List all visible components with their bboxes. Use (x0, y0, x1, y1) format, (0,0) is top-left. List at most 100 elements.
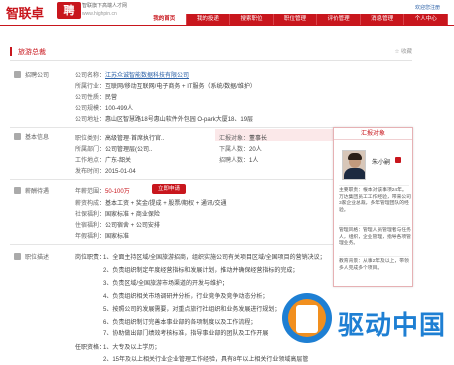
nav-messages[interactable]: 消息管理 (361, 14, 405, 25)
nature-value: 民营 (105, 95, 118, 101)
req-item: 1、大专及以上学历； (103, 345, 161, 351)
report-value: 董事长 (249, 136, 268, 142)
report-card-title: 汇报对象 (334, 128, 412, 140)
address-value: 惠山区智慧路18号惠山软件外包园 O-park大厦18、19层 (105, 117, 254, 123)
benefit-row: 薪资构成：基本工资 + 奖金/提成 + 股票/期权 + 通讯/交通 (75, 198, 227, 207)
duty-item: 7、协助做出部门绩效考核标准，指导事业部的团队及工作开展 (103, 331, 269, 337)
slogan: 智联旗下高端人才网 (82, 3, 128, 9)
nav-applications[interactable]: 我的投递 (187, 14, 231, 25)
salary-icon (14, 187, 21, 194)
headcount-value: 1人 (249, 158, 259, 164)
industry-row: 所属行业：互联网/移动互联网/电子商务 + IT服务（系统/数据/维护） (75, 81, 256, 90)
job-title-bar: 旅游总裁 ☆ 收藏 (10, 43, 412, 61)
subordinates-row: 下属人数：20人 (219, 144, 262, 153)
benefit-value: 基本工资 + 奖金/提成 + 股票/期权 + 通讯/交通 (105, 201, 227, 207)
logo-badge: 聘 (57, 2, 81, 19)
nav-reviews[interactable]: 评价管理 (317, 14, 361, 25)
req-intro: 任职资格： (75, 345, 106, 351)
favorite-button[interactable]: ☆ 收藏 (395, 47, 412, 55)
subordinates-value: 20人 (249, 147, 262, 153)
salary-value: 50-100万 (105, 189, 130, 195)
header-divider (0, 25, 454, 26)
housing-key: 住宿福利： (75, 223, 106, 229)
duty-item: 6、负责组织制订完善本事业部的各项制度以及工作流程； (103, 320, 257, 326)
date-value: 2015-01-04 (105, 169, 136, 175)
job-type-row: 职位类别：高级管理·首席执行官.. (75, 133, 164, 142)
card-divider (339, 225, 409, 226)
section-company-label: 招聘公司 (25, 73, 50, 79)
salary-row: 年薪范围：50-100万 (75, 186, 130, 195)
report-style-desc: 管理风格：管理人员管理者与任务人，组织，企业管理，指导各项管理业务。 (339, 228, 411, 246)
nav-home[interactable]: 我的首页 (143, 14, 187, 25)
nav-search-jobs[interactable]: 搜索职位 (230, 14, 274, 25)
section-duty: 职位描述 (14, 252, 49, 261)
duty-item: 5、按照公司的发展需要，对重点旅行社组织和业务发展进行规划； (103, 307, 281, 313)
company-name-row: 公司名称：江苏众诚智能数据科技有限公司 (75, 70, 189, 79)
watermark-core (296, 305, 318, 333)
section-salary: 薪酬待遇 (14, 186, 49, 195)
watermark-logo: 驱动中国 (272, 283, 452, 363)
company-name-key: 公司名称： (75, 73, 106, 79)
duty-item: 1、全面主持区域/全国旅游招商，组织实施公司有关项目区域/全国项目的营销决议； (103, 255, 326, 261)
duty-intro: 岗位职责： (75, 255, 106, 261)
report-row[interactable]: 汇报对象：董事长 (219, 133, 267, 142)
avatar (342, 150, 366, 180)
duty-item: 4、负责组织相关市场调研并分析，行业竞争及竞争动态分析； (103, 294, 269, 300)
headcount-row: 招聘人数：1人 (219, 155, 258, 164)
size-value: 100-499人 (105, 106, 134, 112)
dept-key: 所属部门： (75, 147, 106, 153)
section-duty-label: 职位描述 (25, 255, 50, 261)
date-row: 发布时间：2015-01-04 (75, 166, 136, 175)
industry-value: 互联网/移动互联网/电子商务 + IT服务（系统/数据/维护） (105, 84, 256, 90)
nav-profile[interactable]: 个人中心 (404, 14, 449, 25)
favorite-label: 收藏 (400, 49, 412, 55)
annual-key: 年假福利： (75, 234, 106, 240)
watermark-text: 驱动中国 (338, 311, 447, 341)
company-icon (14, 71, 21, 78)
subordinates-key: 下属人数： (219, 147, 250, 153)
duty-item: 3、负责区域/全国旅游市场渠道的开发与维护； (103, 281, 229, 287)
main-nav: 我的首页 我的投递 搜索职位 职位管理 评价管理 消息管理 个人中心 (143, 14, 449, 25)
industry-key: 所属行业： (75, 84, 106, 90)
company-name-link[interactable]: 江苏众诚智能数据科技有限公司 (105, 73, 189, 79)
info-icon (14, 133, 21, 140)
report-name: 朱小嗣 (372, 160, 391, 166)
date-key: 发布时间： (75, 169, 106, 175)
card-divider (339, 256, 409, 257)
benefit-key: 薪资构成： (75, 201, 106, 207)
annual-value: 国家标准 (105, 234, 130, 240)
address-key: 公司地址： (75, 117, 106, 123)
social-key: 社保福利： (75, 212, 106, 218)
nav-job-management[interactable]: 职位管理 (274, 14, 318, 25)
workplace-value: 广东-韶关 (105, 158, 132, 164)
report-card: 汇报对象 朱小嗣 主要职责：根本对该事项24年。万达集团员工工作经验，带来公司3… (333, 127, 413, 287)
report-key: 汇报对象： (219, 136, 250, 142)
domain-text: www.highpin.cn (82, 11, 117, 17)
social-row: 社保福利：国家标准 + 商业保险 (75, 209, 160, 218)
size-key: 公司规模： (75, 106, 106, 112)
salary-key: 年薪范围： (75, 189, 106, 195)
job-type-value: 高级管理·首席执行官.. (105, 136, 165, 142)
page-title: 旅游总裁 (18, 49, 46, 56)
headcount-key: 招聘人数： (219, 158, 250, 164)
verified-icon (395, 157, 401, 163)
dept-value: 公司管理层(公司.. (105, 147, 153, 153)
workplace-row: 工作地点：广东-韶关 (75, 155, 131, 164)
description-icon (14, 253, 21, 260)
housing-row: 住宿福利：公司宿舍 + 公司安排 (75, 220, 160, 229)
register-link[interactable]: 欢迎您注册 (415, 4, 440, 11)
address-row: 公司地址：惠山区智慧路18号惠山软件外包园 O-park大厦18、19层 (75, 114, 253, 123)
annual-row: 年假福利：国家标准 (75, 231, 129, 240)
section-salary-label: 薪酬待遇 (25, 189, 50, 195)
dept-row: 所属部门：公司管理层(公司.. (75, 144, 152, 153)
housing-value: 公司宿舍 + 公司安排 (105, 223, 160, 229)
job-type-key: 职位类别： (75, 136, 106, 142)
size-row: 公司规模：100-499人 (75, 103, 133, 112)
nature-key: 公司性质： (75, 95, 106, 101)
section-basic: 基本信息 (14, 132, 49, 141)
apply-button[interactable]: 立即申请 (152, 184, 186, 194)
nature-row: 公司性质：民营 (75, 92, 117, 101)
duty-item: 2、负责组织制定年度经营指标和发展计划，推动并确保经营指标的完成； (103, 268, 299, 274)
logo-text: 智联卓 (6, 7, 44, 22)
report-duty-desc: 主要职责：根本对该事项24年。万达集团员工工作经验，带来公司3家企业总裁，多年管… (339, 188, 411, 213)
